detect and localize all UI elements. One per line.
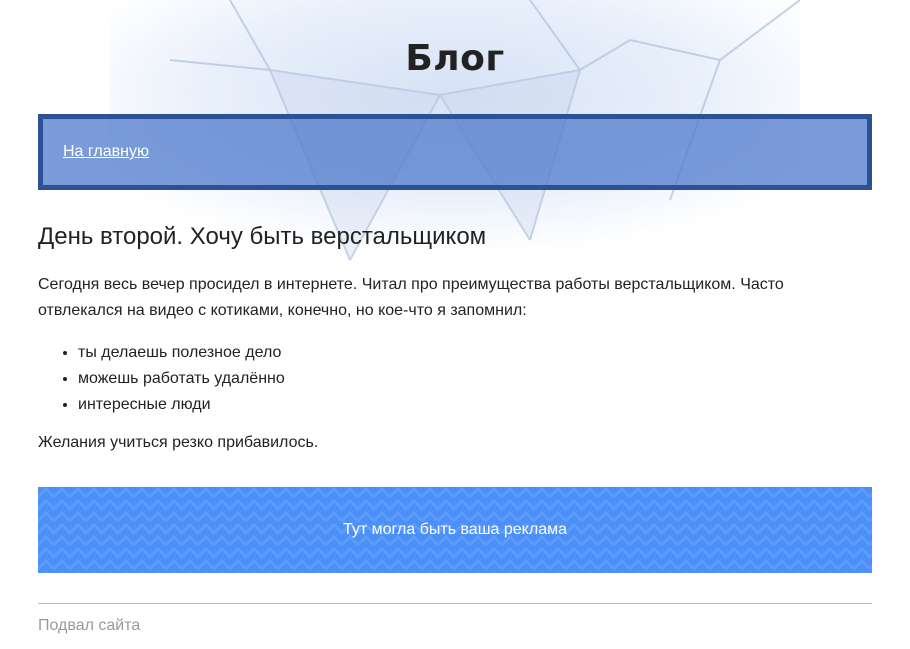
- list-item: ты делаешь полезное дело: [78, 340, 872, 366]
- post-list: ты делаешь полезное дело можешь работать…: [38, 340, 872, 418]
- post-conclusion: Желания учиться резко прибавилось.: [38, 434, 319, 451]
- page: Блог На главную День второй. Хочу быть в…: [0, 0, 910, 635]
- post-content: День второй. Хочу быть верстальщиком Сег…: [38, 223, 872, 452]
- home-link[interactable]: На главную: [63, 143, 149, 161]
- main-nav: На главную: [38, 114, 872, 190]
- site-title: Блог: [405, 38, 505, 79]
- post-title: День второй. Хочу быть верстальщиком: [38, 223, 487, 250]
- post-intro: Сегодня весь вечер просидел в интернете.…: [38, 276, 784, 319]
- ad-text: Тут могла быть ваша реклама: [343, 521, 567, 538]
- ad-banner[interactable]: Тут могла быть ваша реклама: [38, 487, 872, 573]
- list-item: интересные люди: [78, 392, 872, 418]
- site-footer: Подвал сайта: [38, 617, 141, 634]
- footer-divider: [38, 603, 872, 604]
- list-item: можешь работать удалённо: [78, 366, 872, 392]
